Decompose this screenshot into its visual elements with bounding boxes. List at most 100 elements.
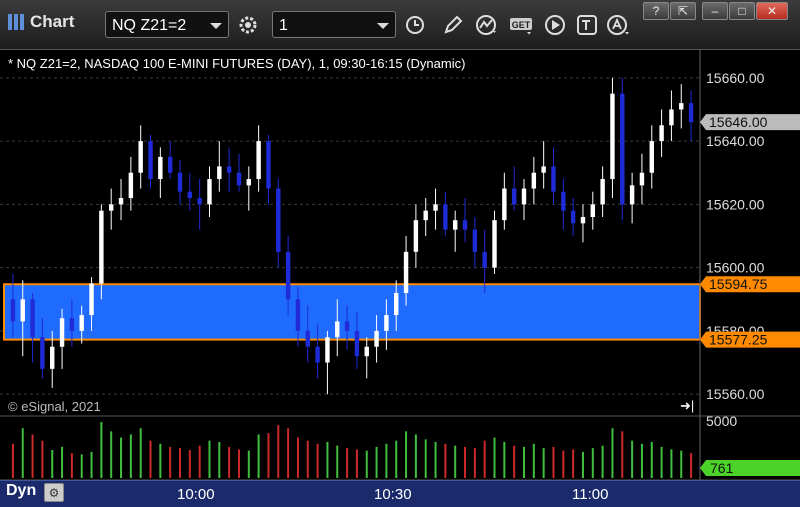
volume-bar <box>503 441 506 478</box>
volume-bar <box>346 448 349 478</box>
play-icon[interactable] <box>540 11 570 38</box>
candle-body <box>590 204 596 218</box>
candle-body <box>669 109 674 126</box>
volume-bar <box>296 437 299 478</box>
help-button[interactable]: ? <box>643 2 669 20</box>
volume-axis-label: 5000 <box>706 413 737 429</box>
zone-rect <box>3 283 701 341</box>
gear-icon[interactable] <box>233 11 263 38</box>
volume-bar <box>61 446 64 478</box>
price-axis-label: 15600.00 <box>706 260 765 276</box>
alert-icon[interactable] <box>604 11 634 38</box>
symbol-input[interactable]: NQ Z21=2 <box>105 11 229 38</box>
volume-bar <box>375 446 378 478</box>
interval-input[interactable]: 1 <box>272 11 396 38</box>
volume-bar <box>31 434 34 478</box>
volume-bar <box>454 445 457 478</box>
candle-body <box>472 229 478 252</box>
volume-bar <box>660 446 663 478</box>
text-icon[interactable] <box>572 11 602 38</box>
candle-body <box>354 330 360 357</box>
volume-bar <box>424 439 427 478</box>
volume-bar <box>179 448 181 478</box>
candle-body <box>462 220 468 230</box>
price-chart[interactable]: 15660.0015640.0015620.0015600.0015580.00… <box>0 50 800 507</box>
volume-bar <box>228 446 231 478</box>
candle-body <box>177 172 183 192</box>
volume-bar <box>257 434 260 478</box>
candle-body <box>580 217 586 224</box>
volume-bar <box>169 446 172 478</box>
candle-body <box>50 346 55 369</box>
candle-body <box>167 156 173 173</box>
pencil-icon[interactable] <box>438 11 468 38</box>
candle-body <box>541 166 546 173</box>
chevron-down-icon[interactable] <box>377 23 389 29</box>
volume-bar <box>287 428 290 478</box>
candle-body <box>276 188 281 252</box>
candle-body <box>551 166 556 192</box>
candle-body <box>197 198 202 205</box>
volume-bar <box>405 431 408 478</box>
volume-bar <box>483 440 486 478</box>
volume-bar <box>680 450 683 478</box>
volume-bar <box>493 437 496 478</box>
candle-body <box>158 156 163 180</box>
candle-body <box>610 93 615 180</box>
chevron-down-icon[interactable] <box>210 23 222 29</box>
candle-body <box>226 166 232 173</box>
dyn-mode-label[interactable]: Dyn <box>6 482 36 500</box>
restore-button[interactable]: ⇱ <box>670 2 696 20</box>
copyright: © eSignal, 2021 <box>8 399 101 414</box>
volume-bar <box>542 448 545 478</box>
volume-bar <box>100 422 103 478</box>
svg-text:GET: GET <box>512 20 531 30</box>
settings-icon[interactable]: ⚙ <box>44 483 64 502</box>
volume-bar <box>562 450 565 478</box>
volume-bar <box>601 445 604 478</box>
candle-body <box>59 318 65 347</box>
study-icon[interactable] <box>472 11 502 38</box>
candle-body <box>20 299 25 322</box>
volume-bar <box>51 450 54 478</box>
volume-bar <box>237 449 240 478</box>
time-label: 11:00 <box>572 486 609 503</box>
maximize-button[interactable]: □ <box>729 2 755 20</box>
candle-body <box>266 141 271 189</box>
candle-body <box>492 220 497 268</box>
get-icon[interactable]: GET <box>507 11 537 38</box>
candle-body <box>118 198 124 205</box>
candle-body <box>629 185 635 205</box>
price-axis-label: 15640.00 <box>706 133 765 149</box>
candle-body <box>364 346 369 357</box>
volume-bar <box>355 449 358 478</box>
volume-bar <box>326 441 329 478</box>
clock-icon[interactable] <box>400 11 430 38</box>
candle-body <box>128 172 134 199</box>
app-title: Chart <box>8 12 74 32</box>
candle-body <box>335 321 340 338</box>
volume-bar <box>414 434 417 478</box>
candle-body <box>79 315 84 331</box>
zone-high-badge: 15594.75 <box>709 276 768 292</box>
scroll-to-end-icon[interactable]: ➜| <box>680 398 694 414</box>
volume-bar <box>218 441 221 478</box>
candle-body <box>69 318 75 331</box>
volume-bar <box>267 433 270 478</box>
price-axis-label: 15560.00 <box>706 386 765 402</box>
minimize-button[interactable]: – <box>702 2 728 20</box>
volume-bar <box>532 443 535 478</box>
candle-body <box>325 337 330 363</box>
volume-bar <box>70 453 73 478</box>
candle-body <box>649 141 654 173</box>
candle-body <box>10 299 16 322</box>
candle-body <box>384 315 389 331</box>
volume-bar <box>572 449 575 478</box>
volume-bar <box>149 440 152 478</box>
volume-bar <box>365 450 368 478</box>
volume-bar <box>395 440 398 478</box>
candle-body <box>315 346 320 363</box>
close-button[interactable]: ✕ <box>756 2 788 20</box>
volume-bar <box>640 443 643 478</box>
volume-bar <box>444 443 447 478</box>
